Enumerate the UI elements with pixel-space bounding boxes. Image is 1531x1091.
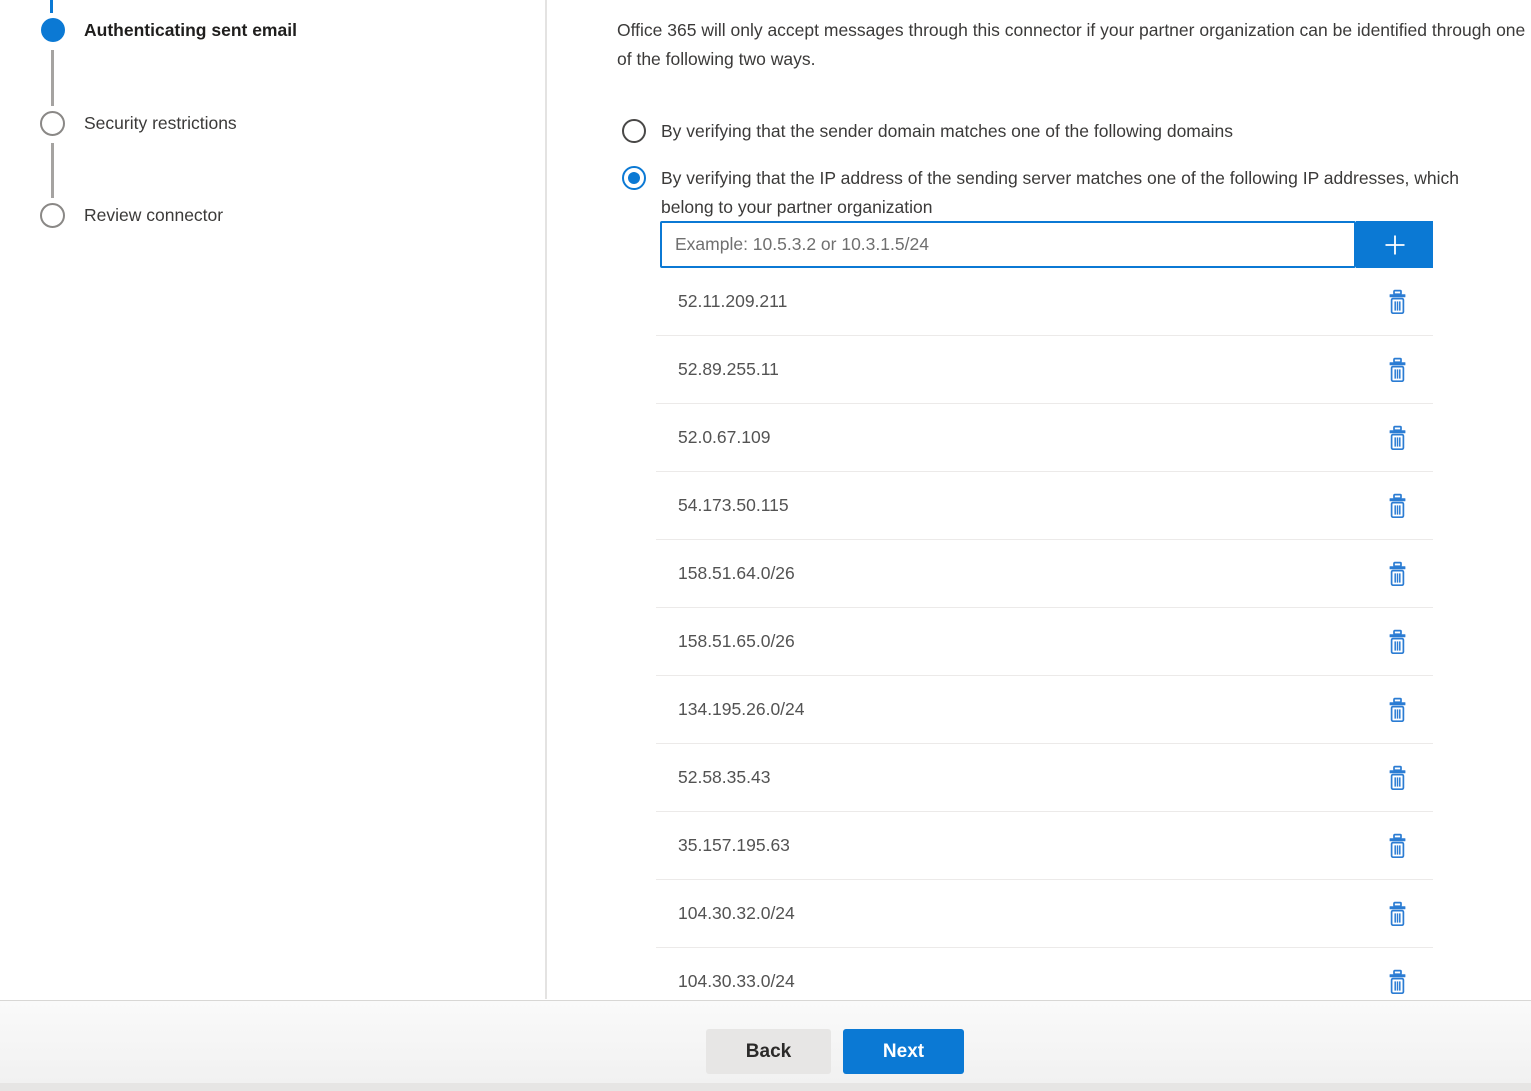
ip-row: 158.51.65.0/26 [656, 608, 1433, 676]
ip-address-input[interactable] [660, 221, 1356, 268]
stepper-progress-line [50, 0, 53, 13]
next-button[interactable]: Next [843, 1029, 964, 1074]
trash-icon [1386, 697, 1409, 723]
delete-ip-button[interactable] [1382, 899, 1413, 929]
step-circle-icon [40, 203, 65, 228]
connector-wizard-page: Authenticating sent email Security restr… [0, 0, 1531, 1091]
ip-address-text: 35.157.195.63 [678, 835, 790, 856]
delete-ip-button[interactable] [1382, 355, 1413, 385]
ip-address-text: 104.30.33.0/24 [678, 971, 795, 992]
step-label: Review connector [84, 205, 223, 226]
ip-row: 52.58.35.43 [656, 744, 1433, 812]
trash-icon [1386, 765, 1409, 791]
trash-icon [1386, 289, 1409, 315]
delete-ip-button[interactable] [1382, 763, 1413, 793]
step-active-dot-icon [41, 18, 65, 42]
trash-icon [1386, 493, 1409, 519]
radio-selected-icon[interactable] [622, 166, 646, 190]
trash-icon [1386, 833, 1409, 859]
step-authenticating-sent-email[interactable]: Authenticating sent email [41, 18, 297, 42]
authenticating-sent-email-panel: Office 365 will only accept messages thr… [617, 0, 1531, 1000]
intro-text: Office 365 will only accept messages thr… [617, 16, 1531, 74]
radio-option-sender-domain[interactable]: By verifying that the sender domain matc… [622, 117, 1233, 146]
ip-row: 158.51.64.0/26 [656, 540, 1433, 608]
ip-address-text: 52.11.209.211 [678, 291, 787, 312]
ip-row: 54.173.50.115 [656, 472, 1433, 540]
delete-ip-button[interactable] [1382, 627, 1413, 657]
ip-address-text: 158.51.64.0/26 [678, 563, 795, 584]
ip-address-text: 158.51.65.0/26 [678, 631, 795, 652]
trash-icon [1386, 901, 1409, 927]
ip-row: 104.30.33.0/24 [656, 948, 1433, 1000]
ip-address-text: 54.173.50.115 [678, 495, 789, 516]
step-label: Security restrictions [84, 113, 237, 134]
wizard-stepper: Authenticating sent email Security restr… [0, 0, 545, 1000]
ip-row: 52.0.67.109 [656, 404, 1433, 472]
ip-row: 52.89.255.11 [656, 336, 1433, 404]
step-review-connector[interactable]: Review connector [40, 203, 223, 228]
wizard-footer: Back Next [0, 1000, 1531, 1091]
delete-ip-button[interactable] [1382, 967, 1413, 997]
ip-address-list: 52.11.209.211 52.89.255.11 [656, 268, 1433, 1000]
sidebar-divider [545, 0, 547, 999]
back-button[interactable]: Back [706, 1029, 831, 1074]
delete-ip-button[interactable] [1382, 491, 1413, 521]
ip-address-text: 104.30.32.0/24 [678, 903, 795, 924]
ip-address-text: 52.58.35.43 [678, 767, 770, 788]
trash-icon [1386, 969, 1409, 995]
ip-row: 35.157.195.63 [656, 812, 1433, 880]
trash-icon [1386, 425, 1409, 451]
stepper-connector-line [51, 50, 54, 106]
trash-icon [1386, 561, 1409, 587]
delete-ip-button[interactable] [1382, 695, 1413, 725]
ip-row: 134.195.26.0/24 [656, 676, 1433, 744]
trash-icon [1386, 629, 1409, 655]
step-circle-icon [40, 111, 65, 136]
step-label: Authenticating sent email [84, 20, 297, 41]
ip-row: 52.11.209.211 [656, 268, 1433, 336]
delete-ip-button[interactable] [1382, 559, 1413, 589]
ip-row: 104.30.32.0/24 [656, 880, 1433, 948]
radio-option-label: By verifying that the sender domain matc… [661, 117, 1233, 146]
delete-ip-button[interactable] [1382, 287, 1413, 317]
delete-ip-button[interactable] [1382, 831, 1413, 861]
ip-address-text: 52.89.255.11 [678, 359, 779, 380]
trash-icon [1386, 357, 1409, 383]
ip-address-text: 134.195.26.0/24 [678, 699, 805, 720]
radio-option-ip-address[interactable]: By verifying that the IP address of the … [622, 164, 1479, 222]
radio-unselected-icon[interactable] [622, 119, 646, 143]
stepper-connector-line [51, 143, 54, 198]
plus-icon [1380, 230, 1410, 260]
delete-ip-button[interactable] [1382, 423, 1413, 453]
add-ip-button[interactable] [1356, 221, 1433, 268]
radio-option-label: By verifying that the IP address of the … [661, 164, 1479, 222]
step-security-restrictions[interactable]: Security restrictions [40, 111, 237, 136]
ip-address-text: 52.0.67.109 [678, 427, 770, 448]
ip-entry-row [660, 221, 1433, 268]
